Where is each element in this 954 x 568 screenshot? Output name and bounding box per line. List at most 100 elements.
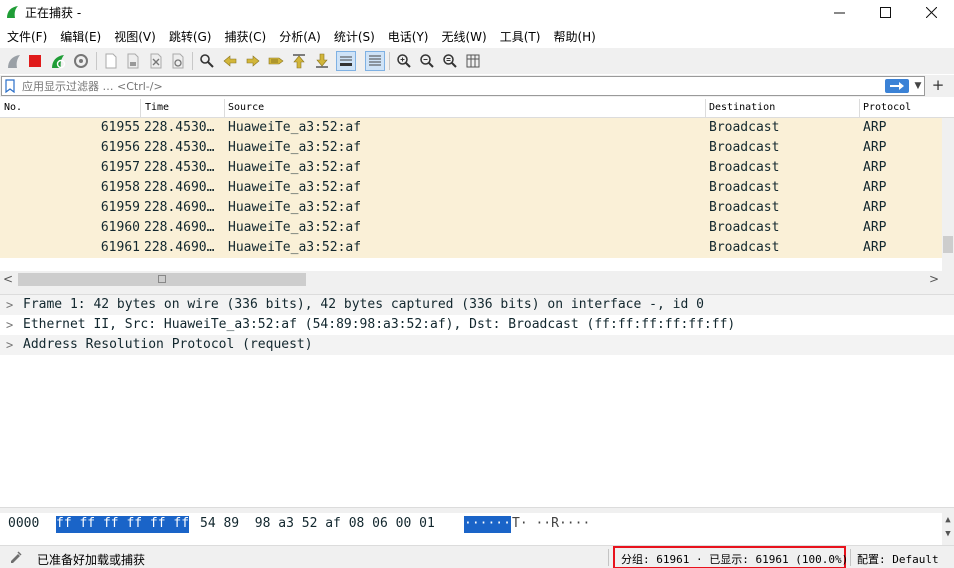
auto-scroll-button[interactable]	[336, 51, 356, 71]
packet-row[interactable]: 61960 228.4690… HuaweiTe_a3:52:af Broadc…	[0, 218, 942, 238]
capture-options-icon	[74, 54, 88, 68]
expert-info-icon[interactable]	[9, 550, 23, 564]
go-back-button[interactable]	[220, 51, 240, 71]
chevron-down-icon[interactable]: ▼	[942, 527, 954, 541]
zoom-normal-button[interactable]	[440, 51, 460, 71]
profile-status[interactable]: 配置: Default	[857, 551, 939, 567]
detail-tree-item-ethernet[interactable]: > Ethernet II, Src: HuaweiTe_a3:52:af (5…	[0, 315, 954, 335]
packet-row[interactable]: 61959 228.4690… HuaweiTe_a3:52:af Broadc…	[0, 198, 942, 218]
display-filter-box: ▼	[1, 76, 925, 96]
add-filter-button[interactable]: +	[929, 76, 947, 96]
go-first-button[interactable]	[289, 51, 309, 71]
display-filter-bar: ▼ +	[0, 75, 954, 97]
find-packet-button[interactable]	[197, 51, 217, 71]
minimize-button[interactable]	[816, 0, 862, 24]
column-header-protocol[interactable]: Protocol	[863, 102, 911, 113]
packet-row[interactable]: 61958 228.4690… HuaweiTe_a3:52:af Broadc…	[0, 178, 942, 198]
restart-capture-button[interactable]	[48, 51, 68, 71]
chevron-down-icon: ▼	[914, 81, 922, 91]
scrollbar-thumb[interactable]	[943, 236, 953, 253]
menu-help[interactable]: 帮助(H)	[548, 25, 600, 47]
save-file-button[interactable]	[123, 51, 143, 71]
menu-view[interactable]: 视图(V)	[109, 25, 161, 47]
maximize-icon	[879, 6, 891, 18]
menu-file[interactable]: 文件(F)	[2, 25, 52, 47]
menu-telephony[interactable]: 电话(Y)	[383, 25, 434, 47]
packet-list-horizontal-scrollbar[interactable]: < >	[0, 271, 954, 289]
zoom-normal-icon	[443, 54, 457, 68]
chevron-up-icon[interactable]: ▲	[942, 513, 954, 527]
minimize-icon	[833, 12, 845, 13]
detail-tree-item-frame[interactable]: > Frame 1: 42 bytes on wire (336 bits), …	[0, 295, 954, 315]
go-last-button[interactable]	[312, 51, 332, 71]
close-file-icon	[150, 53, 162, 69]
packet-list-vertical-scrollbar[interactable]	[942, 118, 954, 271]
zoom-in-button[interactable]	[394, 51, 414, 71]
bytes-ascii[interactable]: T· ··R····	[512, 516, 590, 531]
packet-time: 228.4530…	[144, 120, 215, 135]
packet-number: 61959	[100, 200, 140, 215]
bytes-hex-selected[interactable]: ff ff ff ff ff ff	[56, 516, 190, 533]
close-button[interactable]	[908, 0, 954, 24]
packet-details: > Frame 1: 42 bytes on wire (336 bits), …	[0, 295, 954, 507]
chevron-right-icon[interactable]: >	[6, 318, 13, 332]
menu-tools[interactable]: 工具(T)	[495, 25, 546, 47]
column-header-time[interactable]: Time	[145, 102, 169, 113]
chevron-right-icon[interactable]: >	[6, 338, 13, 352]
scroll-left-icon[interactable]: <	[3, 272, 13, 286]
filter-history-dropdown[interactable]: ▼	[911, 78, 925, 94]
packet-destination: Broadcast	[709, 160, 780, 175]
colorize-icon	[369, 55, 381, 66]
packet-destination: Broadcast	[709, 220, 780, 235]
colorize-button[interactable]	[365, 51, 385, 71]
packet-row[interactable]: 61955 228.4530… HuaweiTe_a3:52:af Broadc…	[0, 118, 942, 138]
menu-capture[interactable]: 捕获(C)	[219, 25, 271, 47]
main-toolbar	[0, 48, 954, 74]
close-file-button[interactable]	[146, 51, 166, 71]
go-forward-button[interactable]	[243, 51, 263, 71]
stop-capture-button[interactable]	[25, 51, 45, 71]
menu-analyze[interactable]: 分析(A)	[274, 25, 326, 47]
scroll-right-icon[interactable]: >	[929, 272, 939, 286]
bookmark-icon[interactable]	[5, 79, 15, 93]
packet-number: 61960	[100, 220, 140, 235]
go-last-icon	[316, 53, 328, 68]
bytes-ascii-selected[interactable]: ······	[464, 516, 511, 533]
packet-row[interactable]: 61957 228.4530… HuaweiTe_a3:52:af Broadc…	[0, 158, 942, 178]
column-header-destination[interactable]: Destination	[709, 102, 775, 113]
packet-source: HuaweiTe_a3:52:af	[228, 120, 362, 135]
column-header-source[interactable]: Source	[228, 102, 264, 113]
zoom-out-icon	[420, 54, 434, 68]
display-filter-input[interactable]	[22, 78, 872, 94]
bytes-hex[interactable]: 54 89 98 a3 52 af 08 06 00 01	[200, 516, 435, 531]
reload-file-icon	[172, 53, 184, 69]
bytes-vertical-scrollbar[interactable]: ▲ ▼	[942, 513, 954, 545]
chevron-right-icon[interactable]: >	[6, 298, 13, 312]
packet-protocol: ARP	[863, 180, 887, 195]
column-header-no[interactable]: No.	[4, 102, 22, 113]
packet-time: 228.4690…	[144, 200, 215, 215]
apply-filter-button[interactable]	[885, 79, 909, 93]
resize-columns-button[interactable]	[463, 51, 483, 71]
menu-wireless[interactable]: 无线(W)	[437, 25, 492, 47]
zoom-out-button[interactable]	[417, 51, 437, 71]
packet-row[interactable]: 61961 228.4690… HuaweiTe_a3:52:af Broadc…	[0, 238, 942, 258]
packet-time: 228.4530…	[144, 160, 215, 175]
packet-protocol: ARP	[863, 200, 887, 215]
auto-scroll-icon	[340, 56, 352, 66]
reload-file-button[interactable]	[168, 51, 188, 71]
go-to-packet-button[interactable]	[266, 51, 286, 71]
start-capture-button[interactable]	[4, 51, 24, 71]
packet-number: 61957	[100, 160, 140, 175]
menu-edit[interactable]: 编辑(E)	[55, 25, 106, 47]
maximize-button[interactable]	[862, 0, 908, 24]
open-file-button[interactable]	[101, 51, 121, 71]
detail-tree-item-arp[interactable]: > Address Resolution Protocol (request)	[0, 335, 954, 355]
arrow-right-icon	[890, 82, 904, 90]
menu-statistics[interactable]: 统计(S)	[329, 25, 380, 47]
menu-go[interactable]: 跳转(G)	[164, 25, 217, 47]
packet-row[interactable]: 61956 228.4530… HuaweiTe_a3:52:af Broadc…	[0, 138, 942, 158]
go-forward-icon	[246, 55, 260, 67]
packet-protocol: ARP	[863, 240, 887, 255]
capture-options-button[interactable]	[71, 51, 91, 71]
